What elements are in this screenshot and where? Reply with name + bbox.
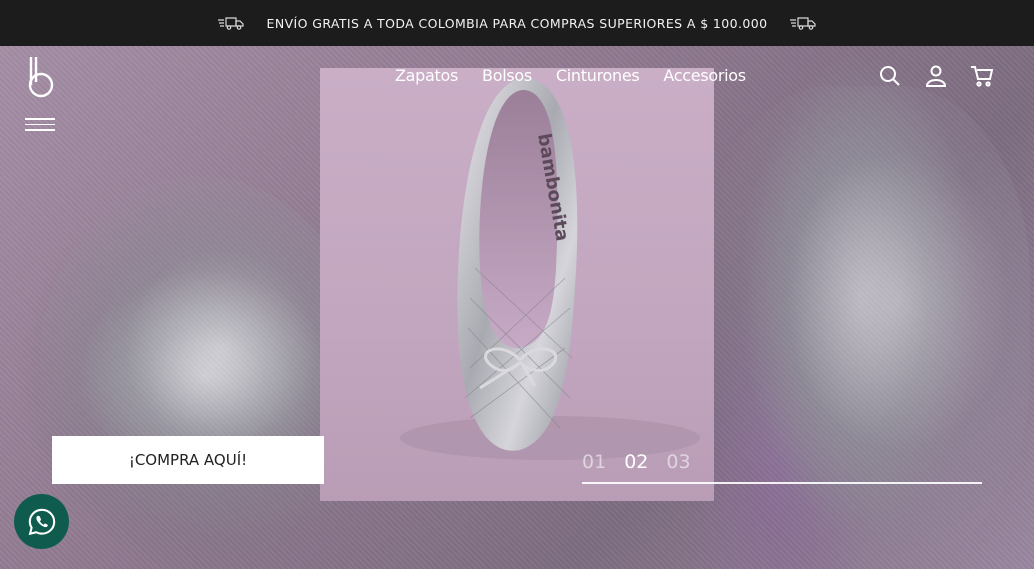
slide-indicator-3[interactable]: 03 — [666, 451, 690, 473]
search-icon[interactable] — [878, 64, 902, 88]
user-icon[interactable] — [924, 64, 948, 88]
hero-product-image: bambonita — [320, 68, 714, 501]
whatsapp-button[interactable] — [14, 494, 69, 549]
shop-now-button[interactable]: ¡COMPRA AQUÍ! — [52, 436, 324, 484]
slide-indicators: 01 02 03 — [582, 451, 691, 473]
slide-progress-bar — [582, 482, 982, 484]
delivery-truck-icon — [790, 17, 817, 30]
nav-item-bolsos[interactable]: Bolsos — [482, 66, 532, 85]
brand-logo[interactable] — [26, 55, 56, 99]
hamburger-menu-icon[interactable] — [25, 118, 55, 134]
main-nav: Zapatos Bolsos Cinturones Accesorios — [395, 66, 746, 85]
silver-ballet-flat-image: bambonita — [400, 78, 700, 460]
nav-item-cinturones[interactable]: Cinturones — [556, 66, 640, 85]
delivery-truck-icon — [217, 17, 244, 30]
slide-indicator-2[interactable]: 02 — [624, 451, 648, 473]
nav-item-accesorios[interactable]: Accesorios — [663, 66, 746, 85]
whatsapp-icon — [28, 508, 55, 535]
announcement-text: ENVÍO GRATIS A TODA COLOMBIA PARA COMPRA… — [266, 15, 768, 31]
header-actions — [878, 64, 994, 88]
cart-icon[interactable] — [970, 64, 994, 88]
background-shoe-right — [700, 86, 1030, 566]
nav-item-zapatos[interactable]: Zapatos — [395, 66, 458, 85]
slide-indicator-1[interactable]: 01 — [582, 451, 606, 473]
announcement-bar: ENVÍO GRATIS A TODA COLOMBIA PARA COMPRA… — [0, 0, 1034, 46]
